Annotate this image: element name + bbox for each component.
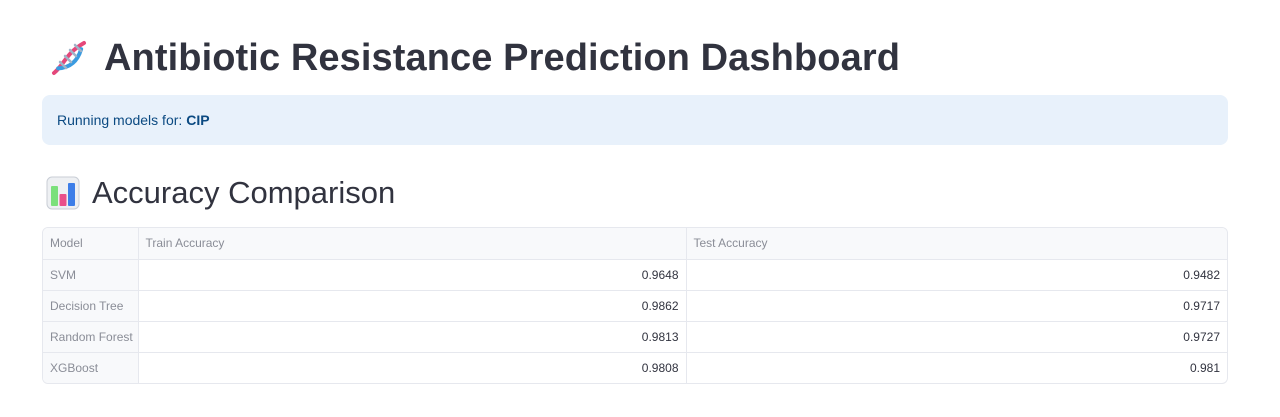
table-row: Decision Tree 0.9862 0.9717 [43,290,1227,322]
test-accuracy-cell[interactable]: 0.9482 [686,259,1227,291]
column-header-model[interactable]: Model [43,228,139,260]
train-accuracy-cell[interactable]: 0.9813 [138,321,687,353]
antibiotic-value: CIP [186,112,210,128]
model-name-cell[interactable]: SVM [43,259,139,291]
title-row: Antibiotic Resistance Prediction Dashboa… [46,30,900,86]
dna-icon [52,41,86,75]
column-header-train-accuracy[interactable]: Train Accuracy [138,228,687,260]
test-accuracy-cell[interactable]: 0.981 [686,352,1227,383]
table-row: SVM 0.9648 0.9482 [43,259,1227,291]
page-title: Antibiotic Resistance Prediction Dashboa… [104,36,901,79]
info-alert: Running models for: CIP [42,95,1228,145]
column-header-test-accuracy[interactable]: Test Accuracy [686,228,1227,260]
table-row: XGBoost 0.9808 0.981 [43,352,1227,383]
section-title: Accuracy Comparison [92,175,396,210]
test-accuracy-cell[interactable]: 0.9717 [686,290,1227,322]
bar-chart-icon [46,176,80,210]
table-header-row: Model Train Accuracy Test Accuracy [43,228,1227,260]
accuracy-table: Model Train Accuracy Test Accuracy SVM 0… [42,227,1228,384]
model-name-cell[interactable]: Decision Tree [43,290,139,322]
train-accuracy-cell[interactable]: 0.9648 [138,259,687,291]
section-header: Accuracy Comparison [46,172,395,214]
train-accuracy-cell[interactable]: 0.9808 [138,352,687,383]
table-row: Random Forest 0.9813 0.9727 [43,321,1227,353]
model-name-cell[interactable]: XGBoost [43,352,139,383]
dashboard-page: Antibiotic Resistance Prediction Dashboa… [0,0,1280,417]
info-label: Running models for: [57,112,183,128]
train-accuracy-cell[interactable]: 0.9862 [138,290,687,322]
test-accuracy-cell[interactable]: 0.9727 [686,321,1227,353]
model-name-cell[interactable]: Random Forest [43,321,139,353]
